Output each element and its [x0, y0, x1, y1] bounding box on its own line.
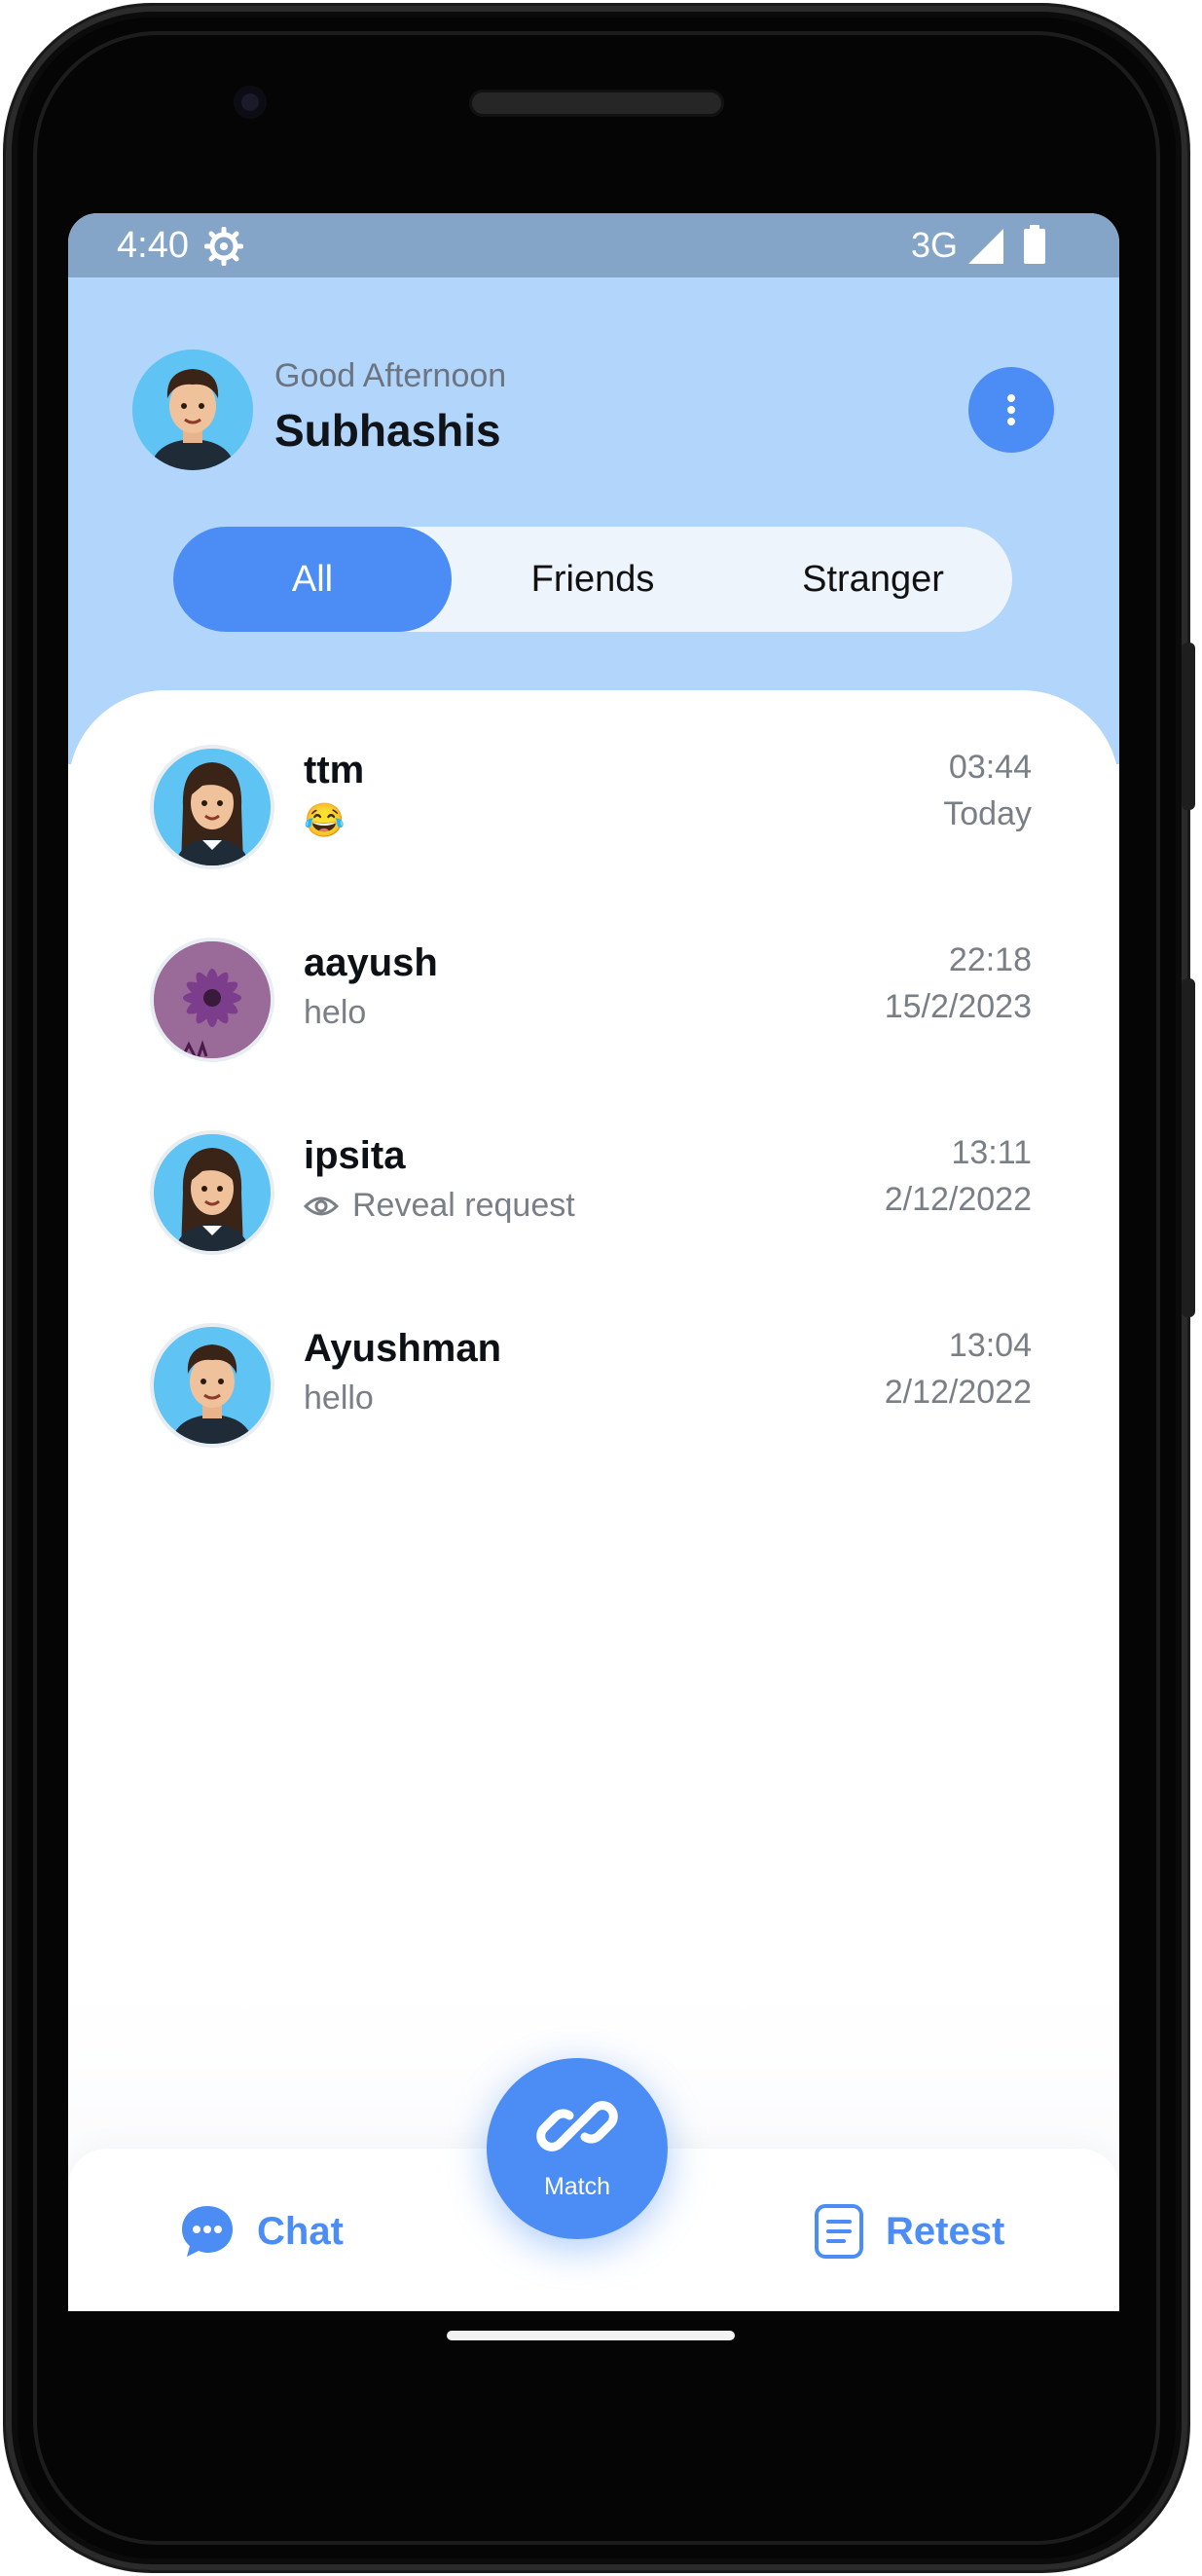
avatar [154, 749, 271, 865]
message-preview: helo [304, 994, 366, 1032]
network-type: 3G [911, 225, 959, 265]
settings-gear-icon [204, 227, 243, 266]
match-label: Match [543, 2173, 611, 2200]
filter-tabs: All Friends Stranger [173, 527, 1012, 632]
nav-retest-button[interactable]: Retest [814, 2203, 1004, 2260]
tab-all[interactable]: All [173, 527, 452, 632]
match-button[interactable]: Match [487, 2058, 668, 2239]
message-date: 15/2/2023 [884, 988, 1032, 1025]
avatar [154, 1134, 271, 1251]
chat-item-ttm[interactable]: ttm 😂 03:44 Today [68, 749, 1119, 895]
volume-button [1182, 978, 1195, 1317]
message-preview: Reveal request [304, 1187, 575, 1225]
greeting-text: Good Afternoon [274, 357, 507, 394]
message-date: 2/12/2022 [884, 1374, 1032, 1411]
power-button [1182, 643, 1195, 810]
phone-frame: 4:40 3G Good Afternoon Subhashis All Fri… [0, 0, 1202, 2576]
message-time: 03:44 [948, 749, 1032, 786]
message-text: helo [304, 994, 367, 1031]
nav-chat-label: Chat [257, 2209, 344, 2253]
contact-name: ttm [304, 749, 365, 791]
more-options-button[interactable] [968, 367, 1054, 453]
nav-chat-button[interactable]: Chat [179, 2203, 344, 2260]
message-time: 13:04 [948, 1327, 1032, 1364]
contact-name: ipsita [304, 1134, 406, 1177]
tab-friends[interactable]: Friends [454, 527, 732, 632]
document-list-icon [815, 2204, 863, 2259]
contact-name: aayush [304, 941, 438, 984]
message-text: hello [304, 1380, 374, 1417]
chat-item-ipsita[interactable]: ipsita Reveal request 13:11 2/12/2022 [68, 1134, 1119, 1280]
message-date: 2/12/2022 [884, 1181, 1032, 1218]
message-text: Reveal request [352, 1187, 575, 1224]
flower-avatar-icon [154, 941, 271, 1058]
avatar [154, 941, 271, 1058]
eye-icon [304, 1196, 339, 1215]
boy-avatar-icon [132, 350, 253, 470]
tab-stranger[interactable]: Stranger [734, 527, 1012, 632]
battery-icon [1024, 225, 1045, 264]
front-camera [234, 86, 267, 119]
chat-item-ayushman[interactable]: Ayushman hello 13:04 2/12/2022 [68, 1327, 1119, 1473]
boy-avatar-icon [154, 1327, 271, 1444]
message-preview: hello [304, 1380, 374, 1417]
chat-bubble-icon [182, 2206, 233, 2257]
girl-avatar-icon [154, 749, 271, 865]
status-bar: 4:40 3G [68, 213, 1119, 277]
home-indicator[interactable] [447, 2331, 735, 2340]
status-time: 4:40 [117, 225, 189, 266]
nav-retest-label: Retest [886, 2209, 1005, 2253]
link-chain-icon [536, 2101, 618, 2152]
message-time: 22:18 [948, 941, 1032, 978]
contact-name: Ayushman [304, 1327, 502, 1370]
chat-item-aayush[interactable]: aayush helo 22:18 15/2/2023 [68, 941, 1119, 1087]
app-screen: 4:40 3G Good Afternoon Subhashis All Fri… [68, 213, 1119, 2311]
username-text: Subhashis [274, 405, 501, 456]
earpiece-speaker [469, 90, 724, 117]
profile-avatar[interactable] [132, 350, 253, 470]
girl-avatar-icon [154, 1134, 271, 1251]
vertical-dots-icon [1007, 394, 1015, 425]
avatar [154, 1327, 271, 1444]
signal-icon [968, 229, 1003, 264]
message-time: 13:11 [951, 1134, 1032, 1171]
message-date: Today [943, 795, 1032, 832]
message-text: 😂 [304, 802, 346, 839]
message-preview: 😂 [304, 801, 345, 840]
